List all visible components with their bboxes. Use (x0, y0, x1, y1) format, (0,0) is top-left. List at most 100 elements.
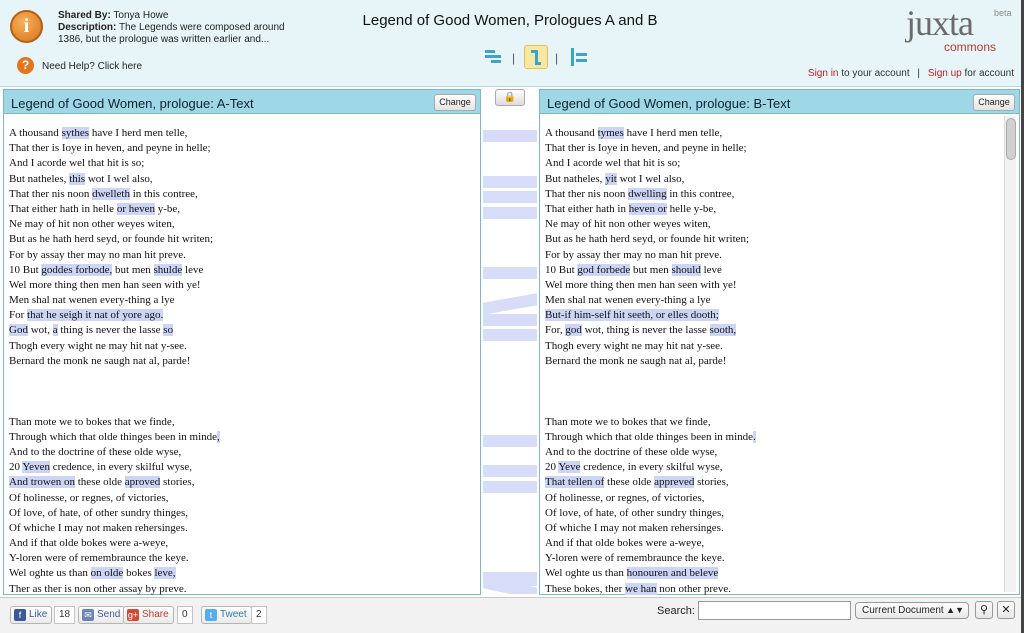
help-icon[interactable]: ? (17, 57, 34, 74)
text-line: Wel oghte us than honouren and beleve (545, 566, 1005, 581)
variant-highlight[interactable]: shulde (153, 263, 183, 276)
text-segment: leve (182, 263, 204, 276)
change-button[interactable]: Change (973, 94, 1015, 111)
variant-highlight[interactable]: we han (625, 582, 657, 595)
text-segment: Than mote we to bokes that we finde, (9, 415, 175, 428)
search-icon[interactable]: ⚲ (975, 601, 993, 619)
variant-highlight[interactable]: should (671, 263, 701, 276)
variant-highlight[interactable]: sooth, (709, 324, 737, 337)
text-segment: That ther nis noon (545, 187, 629, 200)
variant-highlight[interactable]: or heven (116, 202, 156, 215)
google-share-button[interactable]: g+ Share (123, 606, 174, 624)
facebook-like-button[interactable]: f Like (10, 606, 53, 624)
text-segment: That either hath in (545, 202, 629, 215)
text-line: Of holinesse, or regnes, of victories, (545, 491, 1005, 506)
account-links: Sign in to your account | Sign up for ac… (808, 68, 1014, 79)
text-line: 10 But goddes forbode, but men shulde le… (9, 263, 466, 278)
text-segment: bokes (123, 567, 155, 580)
text-line: Of whiche I may not maken rehersinges. (9, 521, 466, 536)
text-segment: Men shal nat wenen every-thing a lye (545, 294, 711, 307)
variant-highlight[interactable]: God (9, 324, 28, 337)
variant-highlight[interactable]: , (217, 430, 220, 443)
send-button[interactable]: ✉ Send (78, 606, 126, 624)
page-title: Legend of Good Women, Prologues A and B (362, 12, 658, 29)
variant-highlight[interactable]: Yeven (22, 461, 50, 474)
variant-highlight[interactable]: That tellen of (545, 476, 605, 489)
text-segment: Wel more thing then men han seen with ye… (9, 278, 201, 291)
text-line: Wel oghte us than on olde bokes leve, (9, 566, 466, 581)
variant-highlight[interactable]: Yeve (558, 461, 581, 474)
text-segment: credence, in every skilful wyse, (580, 461, 723, 474)
tweet-label: Tweet (220, 609, 247, 620)
variant-highlight[interactable]: heven or (628, 202, 667, 215)
change-button[interactable]: Change (434, 94, 476, 111)
text-line: Wel more thing then men han seen with ye… (545, 278, 1005, 293)
variant-highlight[interactable]: leve, (154, 567, 176, 580)
search-input[interactable] (698, 601, 851, 620)
sign-in-link[interactable]: Sign in (808, 68, 839, 79)
text-line: For by assay ther may no man hit preve. (9, 248, 466, 263)
search-scope-select[interactable]: Current Document ▲▼ (855, 602, 969, 619)
text-segment: thing is never the lasse (57, 324, 164, 337)
text-segment: these olde (604, 476, 655, 489)
text-line: Y-loren were of remembraunce the keye. (545, 551, 1005, 566)
shared-by-label: Shared By: (58, 10, 111, 21)
mode-separator: | (512, 51, 516, 65)
header-bar: i Shared By: Tonya Howe Description: The… (0, 0, 1024, 87)
text-segment: but men (630, 263, 672, 276)
text-line: Of love, of hate, of other sundry thinge… (9, 506, 466, 521)
variant-highlight[interactable]: so (163, 324, 174, 337)
variant-highlight[interactable]: god forbede (577, 263, 631, 276)
variant-highlight[interactable]: dwelling (628, 187, 667, 200)
text-segment: For, (545, 324, 566, 337)
sign-up-link[interactable]: Sign up (928, 68, 962, 79)
text-line: Of love, of hate, of other sundry thinge… (545, 506, 1005, 521)
text-segment: Wel oghte us than (9, 567, 91, 580)
variant-highlight[interactable]: that he seigh it nat of yore ago. (27, 309, 164, 322)
heat-map-icon[interactable] (567, 45, 591, 69)
text-line: That ther nis noon dwelling in this cont… (545, 187, 1005, 202)
side-by-side-icon[interactable] (481, 45, 505, 69)
close-icon[interactable]: ✕ (997, 601, 1015, 619)
witness-text: A thousand sythes have I herd men telle,… (9, 126, 466, 597)
text-segment: stories, (694, 476, 729, 489)
variant-highlight[interactable]: But-if him-self hit seeth, or elles doot… (545, 309, 719, 322)
variant-highlight[interactable]: honouren and beleve (626, 567, 719, 580)
variant-highlight[interactable]: god (565, 324, 582, 337)
text-segment: y-be, (155, 202, 181, 215)
text-segment: wot, thing is never the lasse (581, 324, 710, 337)
text-segment: Men shal nat wenen every-thing a lye (9, 294, 175, 307)
juxta-logo: juxta beta commons (906, 2, 1014, 58)
text-segment: in this contree, (666, 187, 735, 200)
text-segment: And to the doctrine of these olde wyse, (545, 445, 718, 458)
variant-highlight[interactable]: yit (605, 172, 617, 185)
collation-icon[interactable] (524, 45, 548, 69)
variant-highlight[interactable]: goddes forbode, (41, 263, 113, 276)
variant-highlight[interactable]: aproved (124, 476, 161, 489)
text-segment: wot I wel also, (616, 172, 685, 185)
sign-in-suffix: to your account (841, 68, 910, 79)
text-segment: in this contree, (130, 187, 198, 200)
variant-highlight[interactable]: . (753, 430, 756, 443)
variant-highlight[interactable]: tymes (597, 127, 624, 139)
variant-highlight[interactable]: dwelleth (92, 187, 130, 200)
text-segment: credence, in every skilful wyse, (49, 461, 192, 474)
scrollbar[interactable] (1004, 116, 1016, 592)
scrollbar-thumb[interactable] (1006, 118, 1016, 160)
text-segment: Through which that olde thinges been in … (545, 430, 754, 443)
help-link[interactable]: Need Help? Click here (42, 61, 142, 72)
lock-icon[interactable]: 🔒 (495, 89, 525, 106)
shared-by-value: Tonya Howe (113, 10, 169, 21)
variant-highlight[interactable]: on olde (90, 567, 124, 580)
text-segment: Ther as ther is non other assay by preve… (9, 582, 187, 595)
variant-highlight[interactable]: And trowen on (9, 476, 75, 489)
variant-highlight[interactable]: appreved (654, 476, 695, 489)
text-segment: stories, (160, 476, 195, 489)
text-line: God wot, a thing is never the lasse so (9, 323, 466, 338)
info-icon[interactable]: i (10, 10, 43, 43)
variant-highlight[interactable]: sythes (61, 127, 90, 139)
tweet-button[interactable]: t Tweet (201, 606, 252, 624)
variant-highlight[interactable]: this (69, 172, 86, 185)
text-line: 10 But god forbede but men should leve (545, 263, 1005, 278)
text-line: And I acorde wel that hit is so; (545, 156, 1005, 171)
